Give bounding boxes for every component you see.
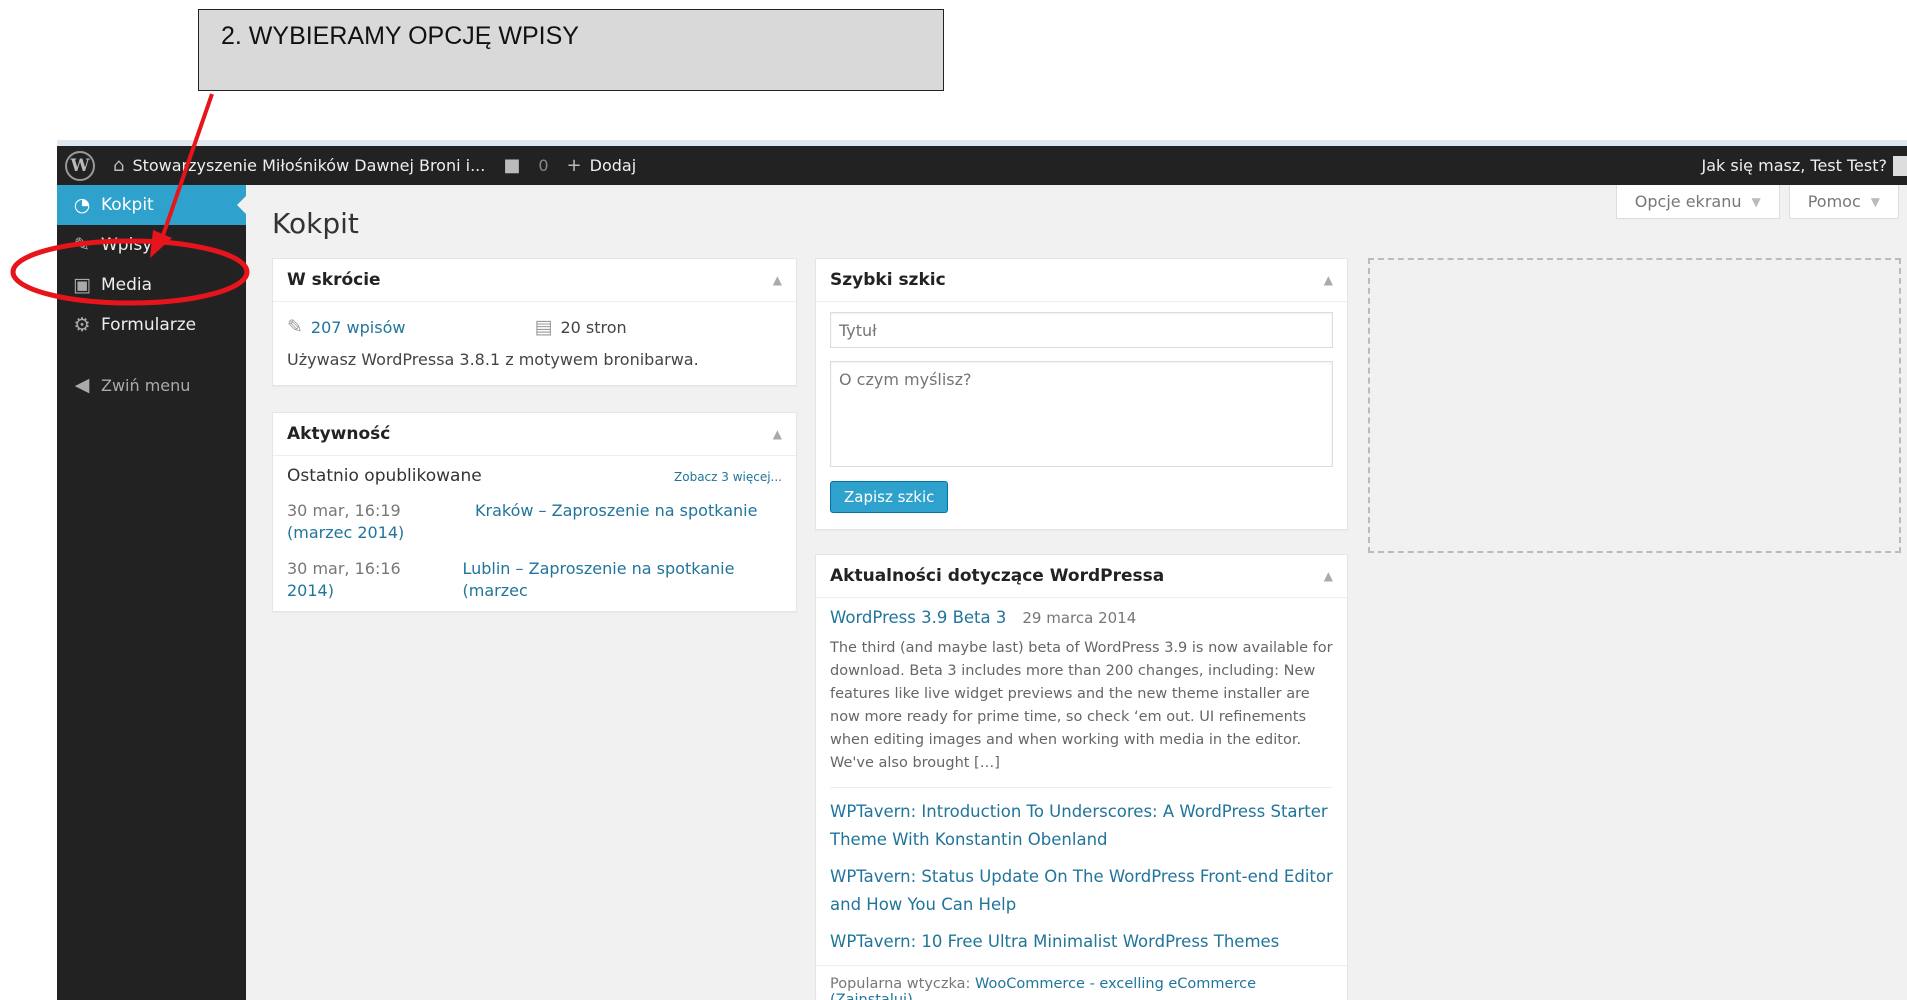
triangle-down-icon: ▼ bbox=[1870, 194, 1880, 209]
howdy-text: Jak się masz, Test Test? bbox=[1701, 156, 1887, 175]
annotation-callout-text: 2. WYBIERAMY OPCJĘ WPISY bbox=[221, 22, 579, 50]
sidebar-item-wpisy[interactable]: ✎ Wpisy bbox=[57, 225, 246, 265]
admin-bar-new[interactable]: + Dodaj bbox=[567, 155, 637, 176]
feed-link[interactable]: WPTavern: 10 Free Ultra Minimalist WordP… bbox=[830, 928, 1333, 956]
sidebar-item-label: Media bbox=[101, 275, 153, 295]
avatar[interactable] bbox=[1893, 155, 1907, 176]
collapse-arrow-icon: ◀ bbox=[74, 374, 90, 396]
activity-date: 30 mar, 16:19 bbox=[287, 501, 401, 520]
install-plugin-link[interactable]: (Zainstaluj) bbox=[830, 992, 913, 1000]
news-item: WordPress 3.9 Beta 3 29 marca 2014 The t… bbox=[830, 608, 1333, 788]
wordpress-logo-icon[interactable]: W bbox=[65, 150, 95, 181]
widget-header[interactable]: Aktywność ▲ bbox=[273, 413, 796, 456]
collapse-triangle-icon[interactable]: ▲ bbox=[1324, 569, 1333, 583]
recently-published-heading: Ostatnio opublikowane bbox=[287, 466, 482, 486]
widget-title: Aktywność bbox=[287, 424, 391, 444]
sidebar-item-label: Formularze bbox=[101, 315, 197, 335]
pages-count-link[interactable]: ▤ 20 stron bbox=[535, 316, 783, 338]
activity-title-cont[interactable]: 2014) bbox=[287, 580, 462, 602]
collapse-menu-label: Zwiń menu bbox=[101, 375, 191, 395]
quick-draft-widget: Szybki szkic ▲ Zapisz szkic bbox=[815, 258, 1348, 530]
collapse-triangle-icon[interactable]: ▲ bbox=[1324, 273, 1333, 287]
sidebar-item-kokpit[interactable]: ◔ Kokpit bbox=[57, 185, 247, 225]
pin-icon: ✎ bbox=[287, 316, 303, 338]
at-a-glance-widget: W skrócie ▲ ✎ 207 wpisów ▤ 20 stron Używ… bbox=[272, 258, 797, 386]
admin-bar: W ⌂ Stowarzyszenie Miłośników Dawnej Bro… bbox=[57, 146, 1907, 185]
save-draft-button[interactable]: Zapisz szkic bbox=[830, 481, 949, 513]
sidebar-item-formularze[interactable]: ⚙ Formularze bbox=[57, 305, 246, 345]
admin-bar-comments[interactable]: ■ 0 bbox=[503, 155, 548, 176]
feed-link[interactable]: WPTavern: Status Update On The WordPress… bbox=[830, 863, 1333, 919]
sidebar-item-media[interactable]: ▣ Media bbox=[57, 265, 246, 305]
widget-header[interactable]: Aktualności dotyczące WordPressa ▲ bbox=[816, 555, 1347, 598]
admin-bar-site-link[interactable]: ⌂ Stowarzyszenie Miłośników Dawnej Broni… bbox=[113, 155, 485, 176]
annotation-callout: 2. WYBIERAMY OPCJĘ WPISY bbox=[198, 9, 944, 91]
dashboard-icon: ◔ bbox=[73, 194, 91, 216]
news-date: 29 marca 2014 bbox=[1022, 609, 1137, 627]
media-icon: ▣ bbox=[73, 274, 91, 296]
pages-count: 20 stron bbox=[560, 317, 627, 337]
collapse-triangle-icon[interactable]: ▲ bbox=[773, 273, 782, 287]
page-title: Kokpit bbox=[272, 207, 359, 240]
draft-title-input[interactable] bbox=[830, 312, 1333, 348]
collapse-triangle-icon[interactable]: ▲ bbox=[773, 427, 782, 441]
screen-options-button[interactable]: Opcje ekranu ▼ bbox=[1615, 185, 1780, 219]
help-label: Pomoc bbox=[1807, 192, 1861, 211]
news-excerpt: The third (and maybe last) beta of WordP… bbox=[830, 640, 1333, 771]
sidebar-item-label: Kokpit bbox=[101, 195, 154, 215]
activity-date: 30 mar, 16:16 bbox=[287, 559, 401, 578]
site-name: Stowarzyszenie Miłośników Dawnej Broni i… bbox=[132, 156, 486, 175]
admin-sidebar: ◔ Kokpit ✎ Wpisy ▣ Media ⚙ Formularze ◀ … bbox=[57, 185, 247, 1000]
screen-meta-links: Opcje ekranu ▼ Pomoc ▼ bbox=[1615, 185, 1899, 219]
activity-row: 30 mar, 16:19 (marzec 2014) Kraków – Zap… bbox=[287, 500, 782, 544]
comment-icon: ■ bbox=[503, 155, 521, 176]
screen-options-label: Opcje ekranu bbox=[1634, 192, 1742, 211]
triangle-down-icon: ▼ bbox=[1751, 194, 1761, 209]
version-text: Używasz WordPressa 3.8.1 z motywem broni… bbox=[287, 350, 699, 369]
widget-header[interactable]: W skrócie ▲ bbox=[273, 259, 796, 302]
home-icon: ⌂ bbox=[113, 155, 125, 176]
admin-bar-account[interactable]: Jak się masz, Test Test? bbox=[1702, 156, 1887, 175]
feed-link[interactable]: WPTavern: Introduction To Underscores: A… bbox=[830, 798, 1333, 854]
widget-title: Aktualności dotyczące WordPressa bbox=[830, 566, 1165, 586]
news-title-link[interactable]: WordPress 3.9 Beta 3 bbox=[830, 608, 1006, 627]
activity-title-link[interactable]: Kraków – Zaproszenie na spotkanie bbox=[475, 500, 757, 544]
widget-title: Szybki szkic bbox=[830, 270, 946, 290]
draft-content-textarea[interactable] bbox=[830, 361, 1333, 467]
sidebar-item-label: Wpisy bbox=[101, 235, 153, 255]
plus-icon: + bbox=[566, 155, 582, 176]
activity-title-link[interactable]: Lublin – Zaproszenie na spotkanie (marze… bbox=[462, 558, 782, 602]
pin-icon: ✎ bbox=[74, 234, 90, 256]
widget-header[interactable]: Szybki szkic ▲ bbox=[816, 259, 1347, 302]
new-label: Dodaj bbox=[589, 156, 637, 175]
activity-row: 30 mar, 16:16 2014) Lublin – Zaproszenie… bbox=[287, 558, 782, 602]
empty-widget-dropzone bbox=[1368, 258, 1901, 553]
wordpress-news-widget: Aktualności dotyczące WordPressa ▲ WordP… bbox=[815, 554, 1348, 1000]
posts-count-link[interactable]: ✎ 207 wpisów bbox=[287, 316, 535, 338]
widget-title: W skrócie bbox=[287, 270, 381, 290]
popular-plugin: Popularna wtyczka: WooCommerce - excelli… bbox=[816, 965, 1347, 1000]
help-button[interactable]: Pomoc ▼ bbox=[1788, 185, 1899, 219]
gear-icon: ⚙ bbox=[73, 314, 91, 336]
posts-count: 207 wpisów bbox=[310, 317, 406, 337]
main-content: Opcje ekranu ▼ Pomoc ▼ Kokpit W skrócie … bbox=[246, 185, 1907, 1000]
popular-plugin-link[interactable]: WooCommerce - excelling eCommerce bbox=[975, 976, 1256, 992]
activity-widget: Aktywność ▲ Ostatnio opublikowane Zobacz… bbox=[272, 412, 797, 612]
pages-icon: ▤ bbox=[534, 316, 553, 338]
popular-plugin-prefix: Popularna wtyczka: bbox=[830, 976, 971, 992]
collapse-menu-button[interactable]: ◀ Zwiń menu bbox=[57, 365, 246, 405]
activity-title-cont[interactable]: (marzec 2014) bbox=[287, 522, 475, 544]
comments-count: 0 bbox=[538, 156, 549, 175]
see-more-link[interactable]: Zobacz 3 więcej... bbox=[674, 470, 782, 484]
